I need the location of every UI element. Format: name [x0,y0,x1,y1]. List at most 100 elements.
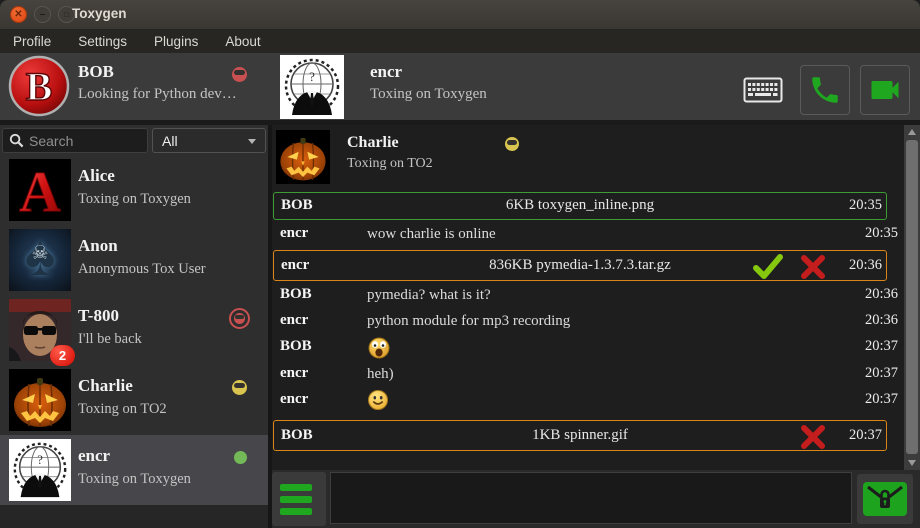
contact-row-encr[interactable]: ? encr Toxing on Toxygen [0,435,268,505]
scroll-down-icon[interactable] [904,456,920,470]
message-input[interactable] [330,472,852,524]
busy-status-icon[interactable] [232,67,247,82]
svg-text:?: ? [37,453,43,467]
message-time: 20:36 [849,257,882,274]
file-transfer-row: BOB 6KB toxygen_inline.png 20:35 [273,192,887,220]
contact-row-t800[interactable]: T-800 I'll be back 2 [0,295,268,365]
file-transfer-row: encr 836KB pymedia-1.3.7.3.tar.gz 20:36 [273,250,887,281]
contact-status-message: Toxing on TO2 [78,401,167,418]
svg-text:A: A [19,159,61,221]
attachments-menu-button[interactable] [272,472,326,526]
self-name: BOB [78,62,114,82]
busy-unread-status-icon [229,308,250,329]
minimize-icon[interactable]: – [34,6,51,23]
contact-name: Charlie [78,376,133,396]
peer-avatar-anonymous: ? [280,55,344,119]
phone-icon [808,73,842,107]
charlie-pumpkin-avatar [276,130,330,184]
chat-scrollbar[interactable] [904,125,920,470]
contact-status-message: Toxing on Toxygen [78,471,191,488]
window-title: Toxygen [72,6,127,21]
contact-row-anon[interactable]: ♠ ☠ Anon Anonymous Tox User [0,225,268,295]
search-input[interactable] [29,133,129,149]
message-time: 20:37 [865,365,898,382]
message-row-smiley: encr 20:37 [272,388,904,415]
typing-keyboard-icon[interactable] [743,77,783,103]
contact-name: Anon [78,236,118,256]
contact-filter-dropdown[interactable]: All [152,128,266,153]
peer-name: encr [370,62,402,82]
unread-count-badge: 2 [50,345,75,366]
message-text: heh) [367,366,394,383]
message-sender: BOB [280,338,312,355]
toxygen-window: ✕ – □ Toxygen Profile Settings Plugins A… [0,0,920,528]
message-row-smiley: BOB 20:37 [272,335,904,362]
contact-name: encr [78,446,110,466]
message-text: pymedia? what is it? [367,287,491,304]
message-time: 20:37 [849,427,882,444]
chat-peer-panel: Charlie Toxing on TO2 [272,128,920,190]
chat-peer-status-message: Toxing on TO2 [347,156,433,172]
message-row: BOB pymedia? what is it? 20:36 [272,283,904,309]
filter-value: All [162,133,178,149]
main-area: All A Alice Toxing on Toxygen [0,125,920,528]
contact-row-alice[interactable]: A Alice Toxing on Toxygen [0,155,268,225]
file-transfer-label: 836KB pymedia-1.3.7.3.tar.gz [274,257,886,274]
menu-bar: Profile Settings Plugins About [0,30,920,53]
video-camera-icon [867,72,903,108]
message-sender: encr [280,225,308,242]
anon-avatar: ♠ ☠ [9,229,71,291]
cancel-file-icon[interactable] [800,424,826,450]
hamburger-icon [280,484,312,491]
conversation-peer-header: ? encr Toxing on Toxygen [272,53,920,120]
message-time: 20:35 [865,225,898,242]
message-sender: encr [280,391,308,408]
away-status-icon [505,137,519,156]
header: B BOB Looking for Python dev… ? encr To [0,53,920,125]
menu-about[interactable]: About [225,34,260,49]
smile-smiley-icon [367,389,389,411]
away-status-icon [232,380,247,395]
file-transfer-row: BOB 1KB spinner.gif 20:37 [273,420,887,451]
message-sender: BOB [280,286,312,303]
contact-row-charlie[interactable]: Charlie Toxing on TO2 [0,365,268,435]
message-text: wow charlie is online [367,226,496,243]
menu-profile[interactable]: Profile [13,34,51,49]
charlie-pumpkin-avatar [9,369,71,431]
sidebar-bottom-strip [0,505,268,528]
message-sender: encr [280,365,308,382]
title-bar: ✕ – □ Toxygen [0,0,920,30]
encrypted-send-icon [862,480,908,518]
contact-sidebar: All A Alice Toxing on Toxygen [0,125,268,528]
menu-plugins[interactable]: Plugins [154,34,198,49]
search-box[interactable] [2,128,148,153]
message-sender: encr [280,312,308,329]
scrollbar-thumb[interactable] [906,140,918,454]
file-transfer-label: 6KB toxygen_inline.png [274,197,886,214]
menu-settings[interactable]: Settings [78,34,127,49]
video-call-button[interactable] [860,65,910,115]
send-message-button[interactable] [857,474,913,524]
audio-call-button[interactable] [800,65,850,115]
self-status-message: Looking for Python dev… [78,86,237,103]
message-time: 20:37 [865,391,898,408]
scroll-up-icon[interactable] [904,125,920,139]
skull-icon: ☠ [9,242,71,265]
message-time: 20:36 [865,312,898,329]
message-time: 20:35 [849,197,882,214]
online-status-icon [234,451,247,464]
decline-file-icon[interactable] [800,254,826,280]
chat-area: Charlie Toxing on TO2 BOB 6KB toxygen_in… [272,125,920,470]
svg-text:B: B [26,64,53,109]
contact-name: Alice [78,166,115,186]
search-icon [9,133,24,148]
self-profile[interactable]: B BOB Looking for Python dev… [0,53,270,120]
message-row: encr python module for mp3 recording 20:… [272,309,904,335]
close-icon[interactable]: ✕ [10,6,27,23]
message-time: 20:36 [865,286,898,303]
encr-avatar-anonymous: ? [9,439,71,501]
message-list: BOB 6KB toxygen_inline.png 20:35 encr wo… [272,192,904,451]
svg-text:?: ? [309,69,315,84]
alice-avatar: A [9,159,71,221]
accept-file-icon[interactable] [753,254,783,280]
